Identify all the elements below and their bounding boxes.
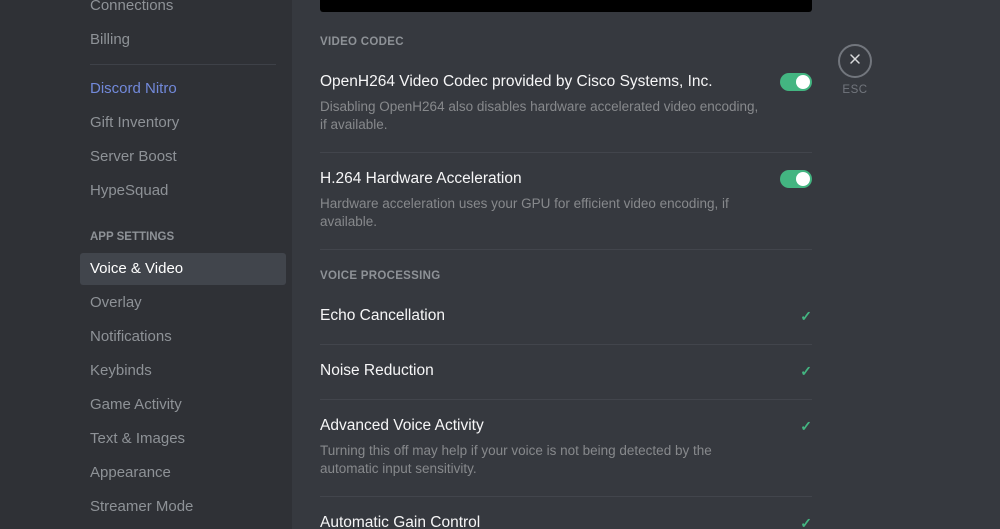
toggle-openh264[interactable]: [780, 73, 812, 91]
check-icon[interactable]: ✓: [800, 308, 812, 325]
section-header-voice-processing: VOICE PROCESSING: [320, 250, 792, 290]
setting-title: OpenH264 Video Codec provided by Cisco S…: [320, 72, 713, 92]
sidebar-item-hypesquad[interactable]: HypeSquad: [80, 175, 286, 207]
esc-label: ESC: [838, 84, 872, 96]
settings-content: ESC VIDEO CODEC OpenH264 Video Codec pro…: [292, 0, 1000, 529]
sidebar-item-discord-nitro[interactable]: Discord Nitro: [80, 73, 286, 105]
setting-title: Advanced Voice Activity: [320, 416, 484, 436]
sidebar-item-streamer-mode[interactable]: Streamer Mode: [80, 491, 286, 523]
toggle-hw-accel[interactable]: [780, 170, 812, 188]
setting-title: Echo Cancellation: [320, 306, 445, 326]
setting-desc: Disabling OpenH264 also disables hardwar…: [320, 98, 760, 134]
sidebar-item-server-boost[interactable]: Server Boost: [80, 141, 286, 173]
sidebar-header-app-settings: APP SETTINGS: [80, 209, 286, 251]
check-icon[interactable]: ✓: [800, 418, 812, 435]
setting-noise-reduction: Noise Reduction ✓: [320, 344, 812, 399]
setting-automatic-gain-control: Automatic Gain Control ✓: [320, 496, 812, 529]
close-icon: [847, 51, 863, 72]
setting-title: Automatic Gain Control: [320, 513, 480, 529]
sidebar-item-language[interactable]: Language: [80, 525, 286, 529]
sidebar-item-keybinds[interactable]: Keybinds: [80, 355, 286, 387]
close-wrap: ESC: [838, 44, 872, 96]
setting-advanced-voice-activity: Advanced Voice Activity ✓ Turning this o…: [320, 399, 812, 496]
setting-hw-accel: H.264 Hardware Acceleration Hardware acc…: [320, 152, 812, 249]
sidebar-item-voice-video[interactable]: Voice & Video: [80, 253, 286, 285]
sidebar-item-notifications[interactable]: Notifications: [80, 321, 286, 353]
setting-title: H.264 Hardware Acceleration: [320, 169, 522, 189]
check-icon[interactable]: ✓: [800, 515, 812, 529]
close-button[interactable]: [838, 44, 872, 78]
sidebar-item-connections[interactable]: Connections: [80, 0, 286, 22]
setting-desc: Turning this off may help if your voice …: [320, 442, 760, 478]
sidebar-separator: [90, 64, 276, 65]
setting-title: Noise Reduction: [320, 361, 434, 381]
sidebar-item-billing[interactable]: Billing: [80, 24, 286, 56]
sidebar-item-overlay[interactable]: Overlay: [80, 287, 286, 319]
section-header-video-codec: VIDEO CODEC: [320, 16, 792, 56]
sidebar-item-appearance[interactable]: Appearance: [80, 457, 286, 489]
sidebar-item-text-images[interactable]: Text & Images: [80, 423, 286, 455]
sidebar-item-gift-inventory[interactable]: Gift Inventory: [80, 107, 286, 139]
check-icon[interactable]: ✓: [800, 363, 812, 380]
setting-openh264: OpenH264 Video Codec provided by Cisco S…: [320, 56, 812, 152]
preview-block: [320, 0, 812, 12]
setting-echo-cancellation: Echo Cancellation ✓: [320, 290, 812, 344]
setting-desc: Hardware acceleration uses your GPU for …: [320, 195, 760, 231]
settings-sidebar: Connections Billing Discord Nitro Gift I…: [0, 0, 292, 529]
sidebar-item-game-activity[interactable]: Game Activity: [80, 389, 286, 421]
